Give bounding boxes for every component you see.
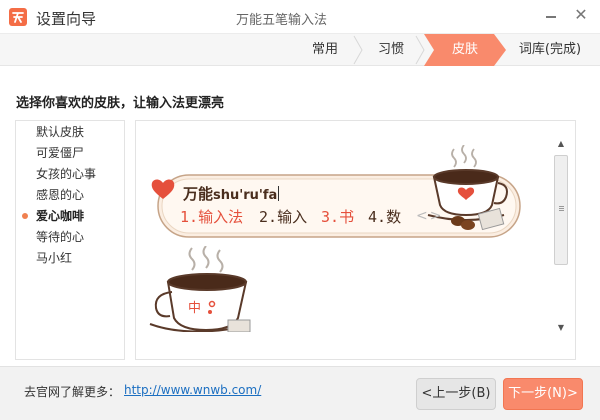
close-button[interactable]: ✕ [572,5,590,25]
composition-line: 万能shu'ru'fa [183,183,280,204]
step-separator [353,35,363,65]
skin-list: 默认皮肤 可爱僵尸 女孩的心事 感恩的心 爱心咖啡 等待的心 马小红 [15,120,125,360]
skin-item-waiting-heart[interactable]: 等待的心 [36,228,84,246]
composition-text: 万能 [183,185,214,203]
coffee-cup-icon: 中 [149,246,251,332]
title-bar: 设置向导 万能五笔输入法 ✕ [0,0,600,34]
product-name: 万能五笔输入法 [236,13,328,28]
grip-icon [559,206,564,207]
step-dictionary[interactable]: 词库(完成) [508,34,592,66]
candidate-1[interactable]: 1.输入法 [180,206,243,227]
minimize-icon [546,16,556,18]
skin-item-cute-zombie[interactable]: 可爱僵尸 [36,144,84,162]
candidate-2[interactable]: 2.输入 [259,206,307,227]
text-caret [278,186,280,201]
previous-button[interactable]: <上一步(B) [416,378,496,410]
more-info-label: 去官网了解更多： [24,385,121,399]
window-title: 设置向导 [36,10,97,28]
skin-prompt: 选择你喜欢的皮肤，让输入法更漂亮 [16,96,225,111]
status-char: 中 [188,301,201,316]
minimize-button[interactable] [544,7,560,25]
next-button[interactable]: 下一步(N)> [503,378,583,410]
skin-item-girl-secret[interactable]: 女孩的心事 [36,165,96,183]
website-link[interactable]: http://www.wnwb.com/ [124,383,261,397]
skin-item-love-coffee[interactable]: 爱心咖啡 [36,207,84,225]
step-habits[interactable]: 习惯 [362,34,420,66]
step-common[interactable]: 常用 [296,34,354,66]
preview-scrollbar[interactable]: ▲ ▼ [552,137,570,335]
wizard-steps: 常用 习惯 皮肤 词库(完成) [0,34,600,66]
skin-item-grateful-heart[interactable]: 感恩的心 [36,186,84,204]
skin-item-ma-xiaohong[interactable]: 马小红 [36,249,72,267]
app-logo-icon [9,8,27,26]
skin-item-default[interactable]: 默认皮肤 [36,123,84,141]
scrollbar-thumb[interactable] [554,155,568,265]
candidate-4[interactable]: 4.数 [368,206,401,227]
status-bar-skin: 中 [149,246,251,332]
step-separator [415,35,425,65]
step-skin-label: 皮肤 [451,42,478,57]
composition-pinyin: shu'ru'fa [213,188,278,203]
candidate-3[interactable]: 3.书 [321,206,354,227]
step-skin[interactable]: 皮肤 [424,34,506,66]
scroll-down-icon[interactable]: ▼ [552,321,570,335]
scroll-up-icon[interactable]: ▲ [552,137,570,151]
selected-indicator-icon [22,213,28,219]
page-arrows[interactable]: <> [416,208,443,224]
